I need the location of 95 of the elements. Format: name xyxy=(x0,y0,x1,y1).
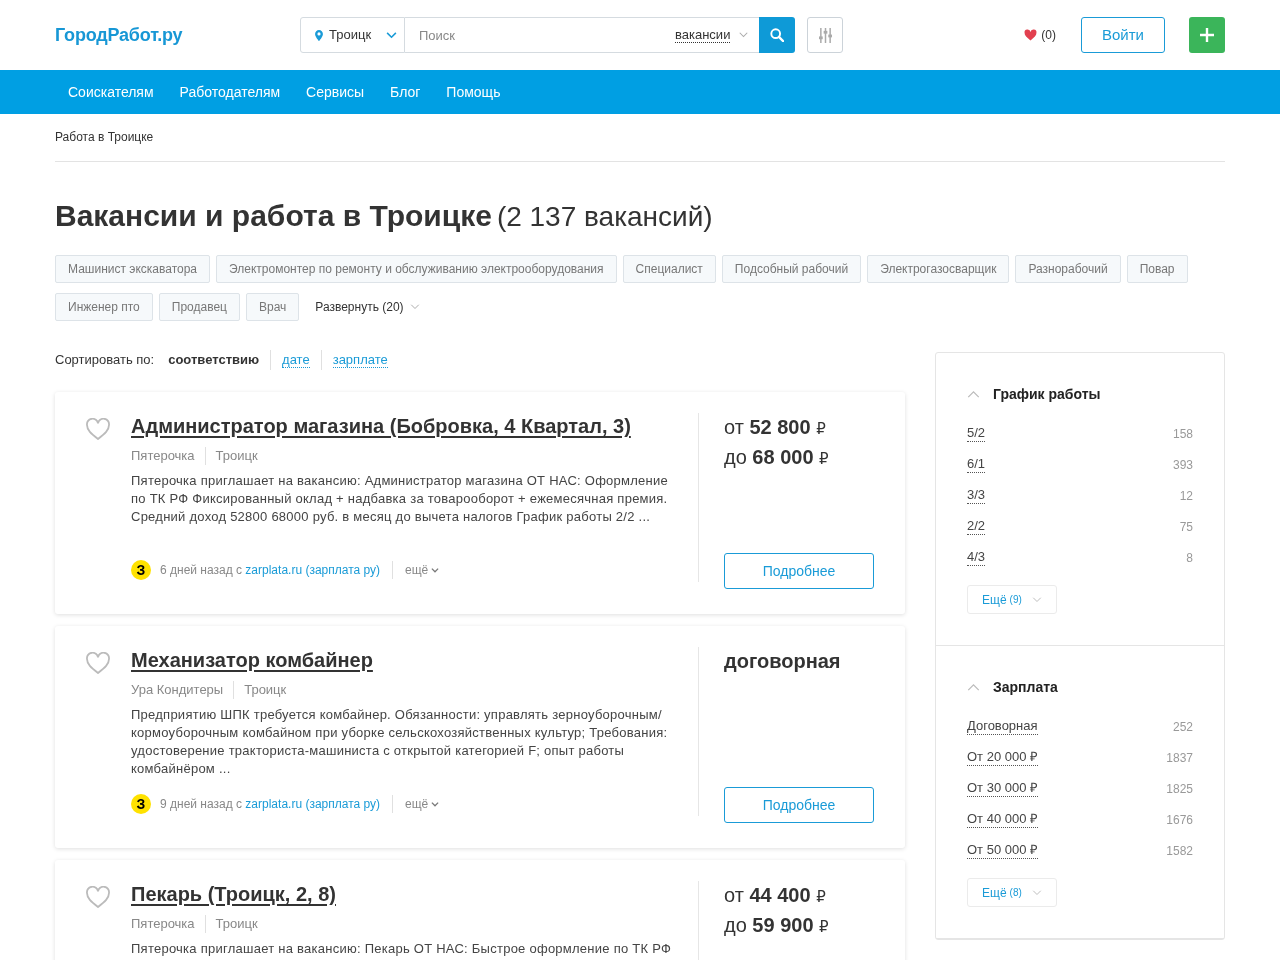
company-name: Пятерочка xyxy=(131,447,195,465)
filter-option-count: 1825 xyxy=(1166,780,1193,798)
filter-title: График работы xyxy=(993,384,1101,404)
filter-option-link[interactable]: 4/3 xyxy=(967,549,986,566)
source-link[interactable]: zarplata.ru (зарплата ру) xyxy=(245,797,381,811)
expand-tags-button[interactable]: Развернуть (20) xyxy=(315,298,420,316)
company-name: Ура Кондитеры xyxy=(131,681,224,699)
city-dropdown[interactable]: Троицк xyxy=(300,17,405,53)
salary-from: от 52 800 ₽ xyxy=(724,415,827,440)
filter-option-count: 158 xyxy=(1172,425,1193,443)
filter-option-link[interactable]: От 20 000 ₽ xyxy=(967,749,1039,766)
location-pin-icon xyxy=(315,29,323,41)
chevron-down-icon xyxy=(1031,596,1042,603)
breadcrumb-link[interactable]: Работа в Троицке xyxy=(55,129,154,145)
source-logo: З xyxy=(131,560,151,580)
search-icon xyxy=(770,28,784,42)
page-title: Вакансии и работа в Троицке xyxy=(55,198,492,234)
filter-option-count: 12 xyxy=(1179,487,1193,505)
salary-to: до 68 000 ₽ xyxy=(724,445,830,470)
salary-from: от 44 400 ₽ xyxy=(724,883,827,908)
vacancy-city: Троицк xyxy=(244,681,287,699)
salary-negotiable: договорная xyxy=(724,649,842,674)
filter-option-count: 393 xyxy=(1172,456,1193,474)
tag-chip[interactable]: Продавец xyxy=(158,293,240,321)
filter-option-count: 1676 xyxy=(1166,811,1193,829)
chevron-down-icon xyxy=(739,32,749,38)
vacancy-count: (2 137 вакансий) xyxy=(496,200,713,234)
filter-option-count: 1837 xyxy=(1166,749,1193,767)
filter-option-link[interactable]: От 30 000 ₽ xyxy=(967,780,1039,797)
filter-option-count: 75 xyxy=(1179,518,1193,536)
tag-chip[interactable]: Машинист экскаватора xyxy=(55,255,211,283)
vacancy-city: Троицк xyxy=(215,447,258,465)
filter-option-link[interactable]: Договорная xyxy=(967,718,1038,735)
tag-chip[interactable]: Повар xyxy=(1126,255,1188,283)
chevron-down-icon xyxy=(409,304,420,310)
nav-link[interactable]: Сервисы xyxy=(293,70,378,114)
posted-info: 6 дней назад с zarplata.ru (зарплата ру) xyxy=(160,562,381,579)
tag-chip[interactable]: Электрогазосварщик xyxy=(867,255,1010,283)
chevron-down-icon xyxy=(386,31,398,39)
nav-link[interactable]: Работодателям xyxy=(166,70,294,114)
filter-option-count: 1582 xyxy=(1166,842,1193,860)
favorites-link[interactable]: (0) xyxy=(1024,26,1056,44)
vacancy-title-link[interactable]: Механизатор комбайнер xyxy=(131,647,676,673)
chevron-down-icon xyxy=(431,801,440,807)
company-name: Пятерочка xyxy=(131,915,195,933)
sort-option[interactable]: дате xyxy=(282,352,310,368)
show-more-button[interactable]: Ещё (9) xyxy=(967,585,1057,614)
filter-option-link[interactable]: 3/3 xyxy=(967,487,986,504)
salary-to: до 59 900 ₽ xyxy=(724,913,830,938)
tag-chip[interactable]: Подсобный рабочий xyxy=(721,255,862,283)
filter-option-link[interactable]: От 50 000 ₽ xyxy=(967,842,1039,859)
more-button[interactable]: ещё xyxy=(405,795,440,813)
nav-link[interactable]: Помощь xyxy=(433,70,514,114)
sort-label: Сортировать по: xyxy=(55,351,155,370)
vacancy-description: Пятерочка приглашает на вакансию: Администратор магазина ОТ НАС: Оформление по ТК РФ Фиксированный оклад + надбавка за товарооборот + ежемесячная премия. Средний доход 52800 68000 руб. в месяц до вычета налогов График работы 2/2 ... xyxy=(131,472,669,526)
filter-option-link[interactable]: 2/2 xyxy=(967,518,986,535)
vacancy-title-link[interactable]: Пекарь (Троицк, 2, 8) xyxy=(131,881,676,907)
plus-icon xyxy=(1200,28,1214,42)
vacancy-description: Предприятию ШПК требуется комбайнер. Обязанности: управлять зерноуборочным/кормоуборочным комбайном при уборке сельскохозяйственных культур; Требования: удостоверение тракториста-машиниста с открытой категорией F; опыт работы комбайнёром ... xyxy=(131,706,669,778)
tag-chip[interactable]: Разнорабочий xyxy=(1015,255,1121,283)
site-logo[interactable]: ГородРабот.ру xyxy=(55,21,183,49)
source-link[interactable]: zarplata.ru (зарплата ру) xyxy=(245,563,381,577)
chevron-down-icon xyxy=(431,567,440,573)
nav-link[interactable]: Блог xyxy=(377,70,434,114)
filter-option-count: 252 xyxy=(1172,718,1193,736)
posted-info: 9 дней назад с zarplata.ru (зарплата ру) xyxy=(160,796,381,813)
vacancy-description: Пятерочка приглашает на вакансию: Пекарь ОТ НАС: Быстрое оформление по ТК РФ xyxy=(131,940,673,958)
show-more-button[interactable]: Ещё (8) xyxy=(967,878,1057,907)
search-button[interactable] xyxy=(759,17,795,53)
vacancy-title-link[interactable]: Администратор магазина (Бобровка, 4 Квартал, 3) xyxy=(131,413,676,439)
sort-option[interactable]: зарплате xyxy=(332,352,388,368)
details-button[interactable]: Подробнее xyxy=(724,553,874,589)
heart-icon xyxy=(1024,29,1038,41)
filter-option-link[interactable]: 5/2 xyxy=(967,425,986,442)
chevron-down-icon xyxy=(1031,889,1042,896)
details-button[interactable]: Подробнее xyxy=(724,787,874,823)
tag-chip[interactable]: Врач xyxy=(245,293,300,321)
filter-button[interactable] xyxy=(807,17,843,53)
nav-link[interactable]: Соискателям xyxy=(55,70,167,114)
search-scope-dropdown[interactable]: вакансии xyxy=(665,17,759,53)
vacancy-city: Троицк xyxy=(215,915,258,933)
source-logo: З xyxy=(131,794,151,814)
filter-option-link[interactable]: 6/1 xyxy=(967,456,986,473)
tag-chip[interactable]: Инженер пто xyxy=(55,293,153,321)
more-button[interactable]: ещё xyxy=(405,561,440,579)
filter-title: Зарплата xyxy=(993,677,1058,697)
filter-option-count: 8 xyxy=(1186,549,1193,567)
sort-option[interactable]: соответствию xyxy=(168,350,260,370)
search-field[interactable]: Поиск xyxy=(405,17,665,53)
tag-chip[interactable]: Специалист xyxy=(622,255,716,283)
tag-chip[interactable]: Электромонтер по ремонту и обслуживанию электрооборудования xyxy=(216,255,617,283)
sliders-icon xyxy=(818,27,832,43)
add-button[interactable] xyxy=(1189,17,1225,53)
login-button[interactable]: Войти xyxy=(1081,17,1165,53)
filter-option-link[interactable]: От 40 000 ₽ xyxy=(967,811,1039,828)
